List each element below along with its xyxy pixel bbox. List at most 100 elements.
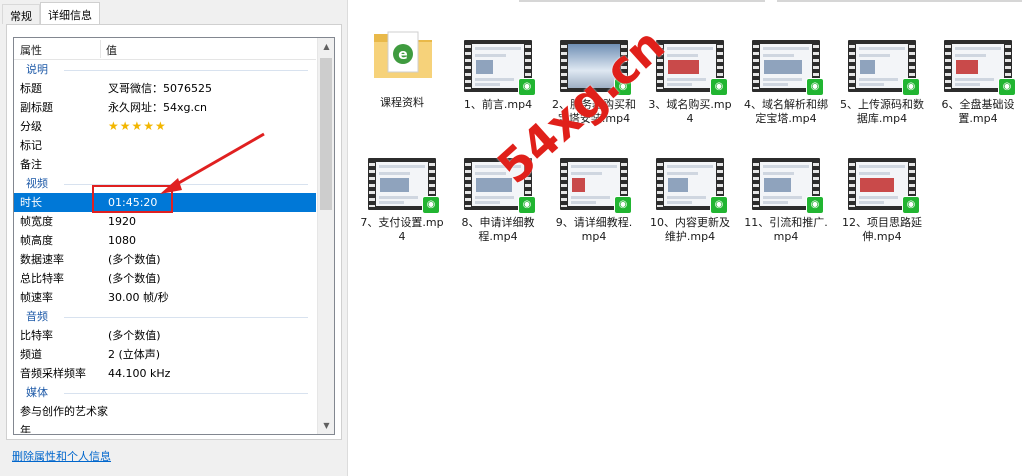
scroll-down-arrow-icon[interactable]: ▼ — [318, 417, 334, 434]
video-thumbnail: ◉ — [556, 40, 632, 96]
properties-dialog: 常规 详细信息 属性 值 说明标题 叉哥微信：5076525 副标题 永久网址：54x… — [0, 0, 348, 476]
group-label: 音频 — [26, 310, 48, 323]
property-name: 时长 — [20, 196, 42, 209]
property-name: 频道 — [20, 348, 42, 361]
file-name-label: 4、域名解析和绑定宝塔.mp4 — [744, 98, 828, 125]
property-row[interactable]: 比特率 (多个数值) — [14, 326, 316, 345]
tab-general[interactable]: 常规 — [2, 4, 40, 24]
group-divider — [64, 70, 308, 71]
thumbnail-screen — [568, 44, 620, 88]
svg-text:e: e — [398, 47, 408, 63]
file-name-label: 10、内容更新及维护.mp4 — [650, 216, 730, 243]
property-name: 分级 — [20, 120, 42, 133]
thumbnail-screen — [856, 44, 908, 88]
property-value: 44.100 kHz — [108, 367, 171, 380]
video-file-item[interactable]: ◉ 10、内容更新及维护.mp4 — [647, 158, 733, 244]
video-file-item[interactable]: ◉ 12、项目思路延伸.mp4 — [839, 158, 925, 244]
thumbnail-screen — [568, 162, 620, 206]
column-header-value[interactable]: 值 — [106, 42, 117, 58]
property-rows: 说明 标题 叉哥微信：5076525 副标题 永久网址：54xg.cn 分级 ★★★★★ 标记… — [14, 60, 316, 433]
video-file-item[interactable]: ◉ 1、前言.mp4 — [455, 40, 541, 112]
file-name-label: 2、服务器购买和宝塔安装.mp4 — [552, 98, 636, 125]
video-file-item[interactable]: ◉ 5、上传源码和数据库.mp4 — [839, 40, 925, 126]
player-badge-icon: ◉ — [710, 78, 728, 96]
property-list[interactable]: 属性 值 说明 标题 叉哥微信：5076525 副标题 永久网址：54xg.cn 分级 ★★… — [13, 37, 335, 435]
property-row[interactable]: 标题 叉哥微信：5076525 — [14, 79, 316, 98]
player-badge-icon: ◉ — [422, 196, 440, 214]
property-row[interactable]: 帧高度 1080 — [14, 231, 316, 250]
tab-details[interactable]: 详细信息 — [40, 2, 100, 26]
property-group-header[interactable]: 音频 — [14, 307, 316, 326]
video-file-item[interactable]: ◉ 4、域名解析和绑定宝塔.mp4 — [743, 40, 829, 126]
file-name-label: 12、项目思路延伸.mp4 — [842, 216, 922, 243]
property-row[interactable]: 帧宽度 1920 — [14, 212, 316, 231]
dialog-tabs: 常规 详细信息 — [0, 2, 348, 26]
video-file-item[interactable]: ◉ 2、服务器购买和宝塔安装.mp4 — [551, 40, 637, 126]
property-row[interactable]: 帧速率 30.00 帧/秒 — [14, 288, 316, 307]
group-label: 说明 — [26, 63, 48, 76]
video-file-item[interactable]: ◉ 8、申请详细教程.mp4 — [455, 158, 541, 244]
property-name: 帧高度 — [20, 234, 53, 247]
file-explorer: e 课程资料 ◉ 1、前言.mp4 ◉ 2、服务器购买和宝塔安装.mp4 ◉ 3、域名购买.m… — [349, 0, 1024, 476]
property-name: 副标题 — [20, 101, 53, 114]
thumbnail-screen — [664, 162, 716, 206]
video-thumbnail: ◉ — [460, 40, 536, 96]
player-badge-icon: ◉ — [806, 78, 824, 96]
property-name: 标题 — [20, 82, 42, 95]
player-badge-icon: ◉ — [710, 196, 728, 214]
file-name-label: 6、全盘基础设置.mp4 — [941, 98, 1015, 125]
video-thumbnail: ◉ — [556, 158, 632, 214]
folder-item[interactable]: e 课程资料 — [359, 20, 445, 110]
address-bar-edge — [519, 0, 765, 2]
player-badge-icon: ◉ — [806, 196, 824, 214]
property-group-header[interactable]: 媒体 — [14, 383, 316, 402]
file-name-label: 8、申请详细教程.mp4 — [461, 216, 535, 243]
thumbnail-screen — [472, 44, 524, 88]
video-thumbnail: ◉ — [748, 40, 824, 96]
player-badge-icon: ◉ — [998, 78, 1016, 96]
property-name: 备注 — [20, 158, 42, 171]
property-row[interactable]: 参与创作的艺术家 — [14, 402, 316, 421]
vertical-scrollbar[interactable]: ▲ ▼ — [317, 38, 334, 434]
file-name-label: 课程资料 — [380, 96, 424, 109]
thumbnail-screen — [952, 44, 1004, 88]
scroll-thumb[interactable] — [320, 58, 332, 210]
thumbnail-screen — [664, 44, 716, 88]
folder-icon: e — [364, 20, 440, 94]
thumbnail-screen — [856, 162, 908, 206]
property-group-header[interactable]: 说明 — [14, 60, 316, 79]
video-thumbnail: ◉ — [364, 158, 440, 214]
video-file-item[interactable]: ◉ 7、支付设置.mp4 — [359, 158, 445, 244]
remove-properties-link[interactable]: 删除属性和个人信息 — [12, 448, 111, 464]
video-file-item[interactable]: ◉ 3、域名购买.mp4 — [647, 40, 733, 126]
column-header-property[interactable]: 属性 — [20, 42, 42, 58]
file-name-label: 3、域名购买.mp4 — [648, 98, 732, 125]
video-file-item[interactable]: ◉ 6、全盘基础设置.mp4 — [935, 40, 1021, 126]
property-value: 叉哥微信：5076525 — [108, 82, 212, 95]
details-panel: 属性 值 说明 标题 叉哥微信：5076525 副标题 永久网址：54xg.cn 分级 ★★… — [6, 24, 342, 440]
video-thumbnail: ◉ — [748, 158, 824, 214]
scroll-up-arrow-icon[interactable]: ▲ — [318, 38, 334, 55]
video-file-item[interactable]: ◉ 9、请详细教程.mp4 — [551, 158, 637, 244]
property-name: 帧宽度 — [20, 215, 53, 228]
file-name-label: 11、引流和推广.mp4 — [744, 216, 828, 243]
property-name: 帧速率 — [20, 291, 53, 304]
property-row[interactable]: 音频采样频率 44.100 kHz — [14, 364, 316, 383]
screenshot-root: 常规 详细信息 属性 值 说明标题 叉哥微信：5076525 副标题 永久网址：54x… — [0, 0, 1024, 476]
thumbnail-screen — [760, 44, 812, 88]
search-box-edge — [777, 0, 1022, 2]
property-value: (多个数值) — [108, 272, 161, 285]
property-row[interactable]: 副标题 永久网址：54xg.cn — [14, 98, 316, 117]
property-row[interactable]: 频道 2 (立体声) — [14, 345, 316, 364]
file-name-label: 5、上传源码和数据库.mp4 — [840, 98, 924, 125]
video-file-item[interactable]: ◉ 11、引流和推广.mp4 — [743, 158, 829, 244]
player-badge-icon: ◉ — [614, 78, 632, 96]
property-row[interactable]: 年 — [14, 421, 316, 433]
column-divider[interactable] — [100, 40, 101, 58]
property-row[interactable]: 总比特率 (多个数值) — [14, 269, 316, 288]
property-row[interactable]: 数据速率 (多个数值) — [14, 250, 316, 269]
group-label: 视频 — [26, 177, 48, 190]
player-badge-icon: ◉ — [614, 196, 632, 214]
folder-shape-icon: e — [374, 31, 432, 78]
thumbnail-screen — [376, 162, 428, 206]
